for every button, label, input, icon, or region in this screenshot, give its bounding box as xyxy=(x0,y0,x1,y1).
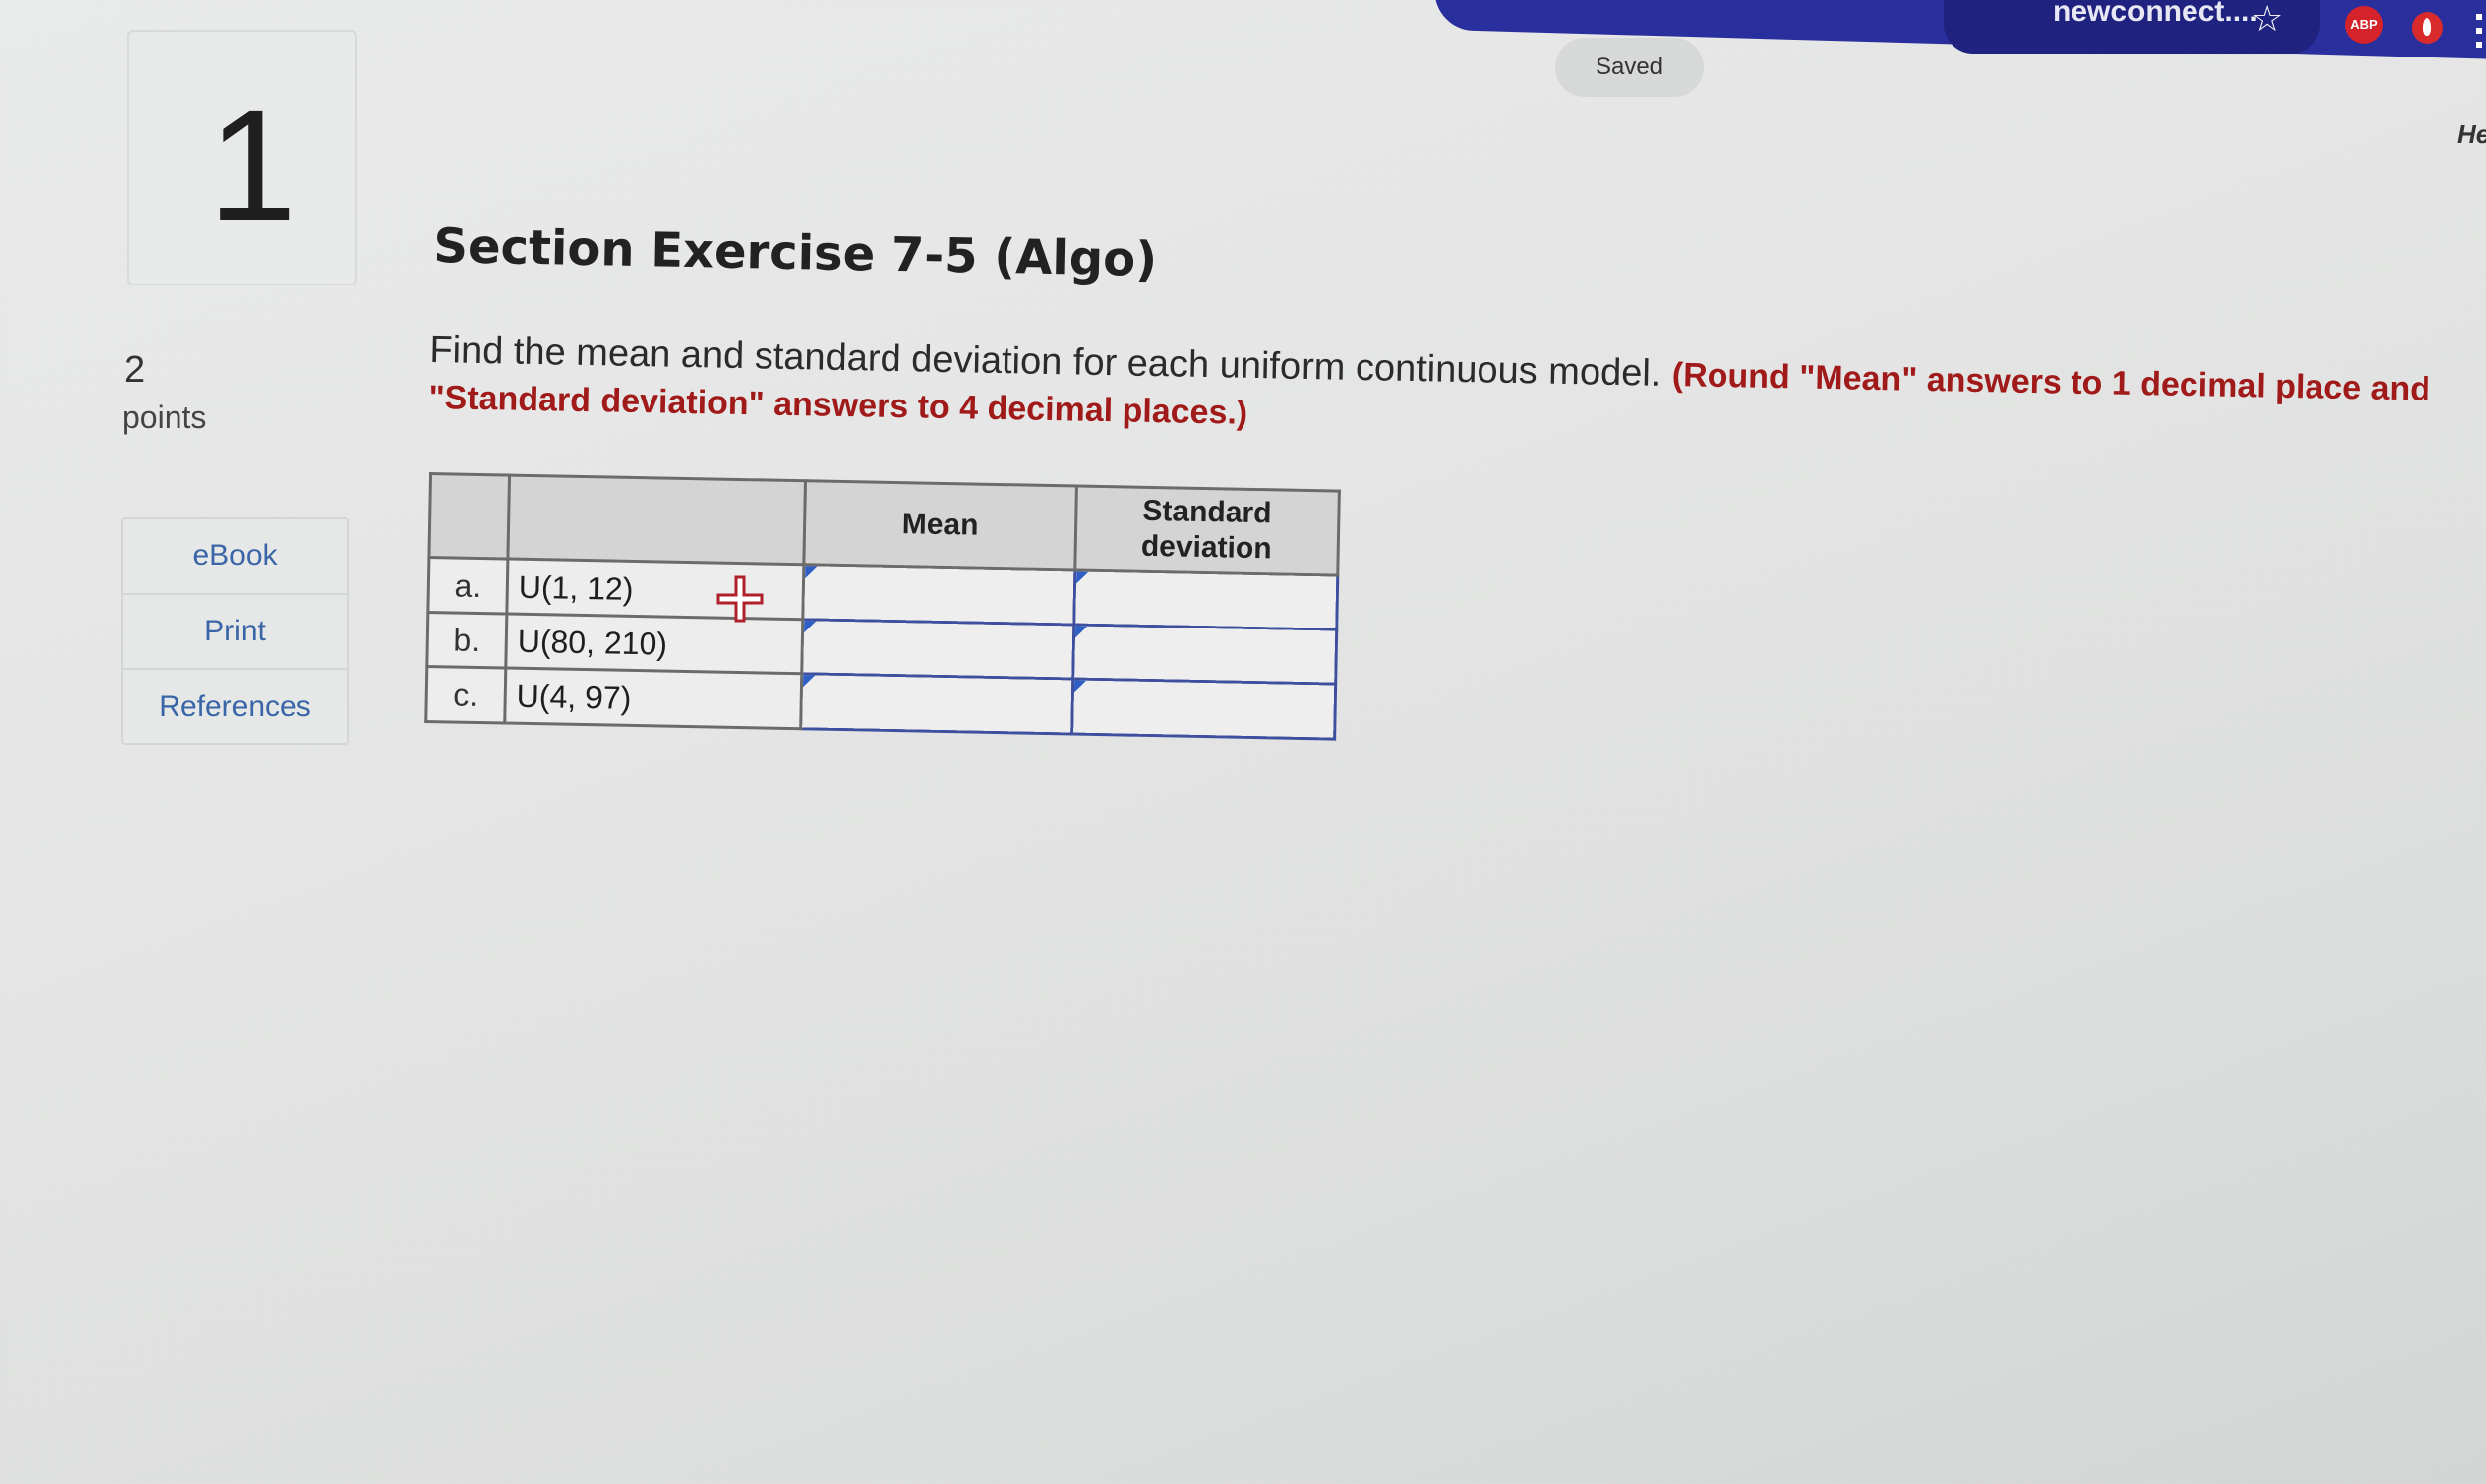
row-letter: c. xyxy=(425,666,506,723)
header-sd-line1: Standard xyxy=(1142,494,1272,530)
print-link[interactable]: Print xyxy=(123,595,347,670)
references-link[interactable]: References xyxy=(123,670,347,743)
star-icon[interactable]: ☆ xyxy=(2251,0,2283,40)
mean-input-c[interactable] xyxy=(802,677,1072,731)
saved-status-badge: Saved xyxy=(1555,38,1704,97)
row-model: U(80, 210) xyxy=(505,614,803,674)
sd-input-cell xyxy=(1073,570,1338,630)
mean-input-b[interactable] xyxy=(803,623,1073,676)
question-number: 1 xyxy=(208,76,296,254)
mean-input-cell xyxy=(800,673,1073,734)
row-model: U(4, 97) xyxy=(504,668,802,729)
header-model xyxy=(507,475,806,565)
header-letter xyxy=(428,473,510,560)
question-prompt: Find the mean and standard deviation for… xyxy=(428,327,2432,459)
header-sd-line2: deviation xyxy=(1140,529,1272,566)
adblock-icon[interactable]: ABP xyxy=(2345,6,2383,44)
question-number-card: 1 xyxy=(127,30,357,285)
points-value: 2 xyxy=(124,349,146,391)
sd-input-b[interactable] xyxy=(1074,628,1336,681)
header-standard-deviation: Standard deviation xyxy=(1074,486,1340,576)
points-label: points xyxy=(122,400,207,435)
browser-menu-icon[interactable] xyxy=(2476,14,2482,48)
help-link[interactable]: He xyxy=(2457,119,2486,150)
question-content: Section Exercise 7-5 (Algo) Find the mea… xyxy=(422,218,2434,761)
extension-icon[interactable] xyxy=(2412,12,2443,44)
adblock-label: ABP xyxy=(2350,17,2378,32)
side-menu: eBook Print References xyxy=(121,517,349,745)
mean-input-cell xyxy=(801,619,1074,679)
row-letter: a. xyxy=(427,557,508,615)
crosshair-cursor-icon xyxy=(716,575,764,623)
saved-status-text: Saved xyxy=(1595,54,1664,80)
answer-table: Mean Standard deviation a. U(1, 12) b. U… xyxy=(424,471,1341,741)
sd-input-c[interactable] xyxy=(1073,682,1335,736)
ebook-link[interactable]: eBook xyxy=(123,519,347,595)
sd-input-cell xyxy=(1071,678,1336,740)
address-bar-text: newconnect.... xyxy=(2053,0,2258,28)
row-letter: b. xyxy=(426,612,507,669)
mean-input-a[interactable] xyxy=(804,568,1074,622)
sd-input-cell xyxy=(1072,624,1337,685)
mean-input-cell xyxy=(802,564,1075,625)
header-mean: Mean xyxy=(803,480,1077,571)
question-title: Section Exercise 7-5 (Algo) xyxy=(432,218,1158,288)
sd-input-a[interactable] xyxy=(1075,573,1337,627)
